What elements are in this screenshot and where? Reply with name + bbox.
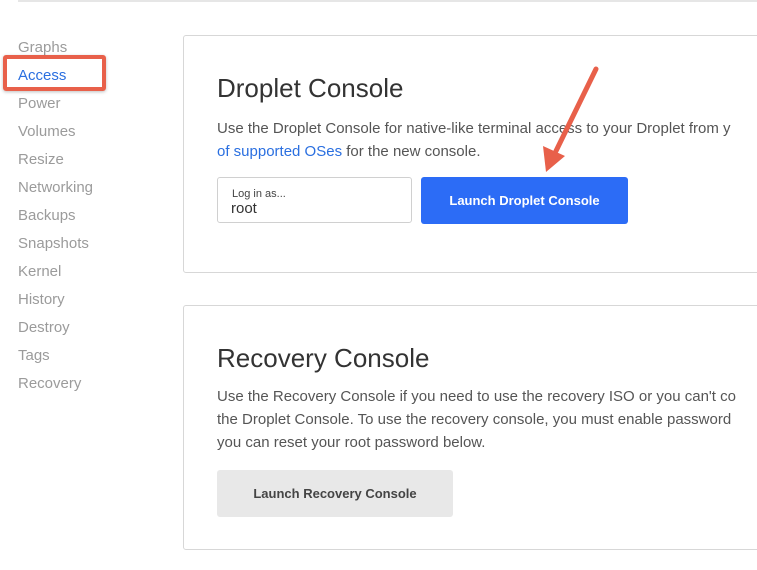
sidebar-item-tags[interactable]: Tags xyxy=(18,342,158,370)
login-as-label: Log in as... xyxy=(232,188,286,200)
supported-oses-link[interactable]: of supported OSes xyxy=(217,143,342,160)
sidebar-item-snapshots[interactable]: Snapshots xyxy=(18,230,158,258)
droplet-console-description-line2-rest: for the new console. xyxy=(342,143,481,160)
droplet-console-description-line2: of supported OSes for the new console. xyxy=(217,140,757,163)
top-divider xyxy=(18,0,757,2)
recovery-console-description-line2: the Droplet Console. To use the recovery… xyxy=(217,411,732,428)
sidebar-item-history[interactable]: History xyxy=(18,286,158,314)
recovery-console-description-line1: Use the Recovery Console if you need to … xyxy=(217,388,736,405)
recovery-console-description-line3: you can reset your root password below. xyxy=(217,434,486,451)
droplet-console-description: Use the Droplet Console for native-like … xyxy=(217,117,757,163)
sidebar-item-networking[interactable]: Networking xyxy=(18,174,158,202)
recovery-console-card: Recovery Console Use the Recovery Consol… xyxy=(183,305,757,550)
launch-recovery-console-button[interactable]: Launch Recovery Console xyxy=(217,470,453,517)
droplet-console-card: Droplet Console Use the Droplet Console … xyxy=(183,35,757,273)
sidebar-item-volumes[interactable]: Volumes xyxy=(18,118,158,146)
launch-droplet-console-button[interactable]: Launch Droplet Console xyxy=(421,177,628,224)
droplet-console-title: Droplet Console xyxy=(217,73,404,103)
login-as-field[interactable]: Log in as... xyxy=(217,177,412,223)
login-as-input[interactable] xyxy=(231,200,391,217)
recovery-console-title: Recovery Console xyxy=(217,343,430,373)
droplet-console-description-line1: Use the Droplet Console for native-like … xyxy=(217,120,731,137)
sidebar-item-access[interactable]: Access xyxy=(18,62,158,90)
sidebar-item-graphs[interactable]: Graphs xyxy=(18,34,158,62)
recovery-console-description: Use the Recovery Console if you need to … xyxy=(217,385,757,454)
sidebar-nav: Graphs Access Power Volumes Resize Netwo… xyxy=(18,34,158,398)
sidebar-item-recovery[interactable]: Recovery xyxy=(18,370,158,398)
sidebar-item-resize[interactable]: Resize xyxy=(18,146,158,174)
sidebar-item-backups[interactable]: Backups xyxy=(18,202,158,230)
sidebar-item-kernel[interactable]: Kernel xyxy=(18,258,158,286)
sidebar-item-destroy[interactable]: Destroy xyxy=(18,314,158,342)
sidebar-item-power[interactable]: Power xyxy=(18,90,158,118)
